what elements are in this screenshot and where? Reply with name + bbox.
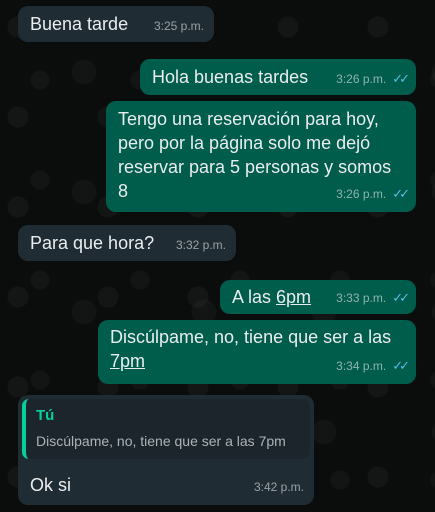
- message-time: 3:42 p.m.: [253, 480, 304, 494]
- time-link[interactable]: 7pm: [110, 351, 145, 371]
- quoted-message[interactable]: Tú Discúlpame, no, tiene que ser a las 7…: [22, 399, 310, 459]
- message-text: Para que hora?: [30, 233, 155, 253]
- read-receipt-icon: ✓✓: [392, 71, 410, 86]
- read-receipt-icon: ✓✓: [392, 186, 410, 201]
- message-text: A las: [232, 287, 277, 307]
- read-receipt-icon: ✓✓: [392, 290, 410, 305]
- message-incoming-reply[interactable]: Tú Discúlpame, no, tiene que ser a las 7…: [18, 395, 314, 505]
- time-link[interactable]: 6pm: [276, 287, 311, 307]
- message-time: 3:33 p.m.: [336, 291, 387, 305]
- message-outgoing[interactable]: A las 6pm 3:33 p.m. ✓✓: [220, 280, 416, 314]
- chat-conversation[interactable]: Buena tarde 3:25 p.m. Hola buenas tardes…: [0, 0, 435, 512]
- message-time: 3:25 p.m.: [153, 19, 204, 33]
- message-outgoing[interactable]: Hola buenas tardes 3:26 p.m. ✓✓: [140, 59, 416, 95]
- message-outgoing[interactable]: Discúlpame, no, tiene que ser a las 7pm …: [98, 320, 416, 384]
- quote-author: Tú: [36, 407, 55, 424]
- message-text: Buena tarde: [30, 14, 129, 34]
- message-time: 3:32 p.m.: [175, 238, 226, 252]
- message-text: Hola buenas tardes: [152, 67, 309, 87]
- message-text: Ok si: [30, 475, 72, 495]
- quote-text: Discúlpame, no, tiene que ser a las 7pm: [36, 433, 286, 449]
- message-time: 3:26 p.m.: [336, 187, 387, 201]
- message-outgoing[interactable]: Tengo una reservación para hoy, pero por…: [106, 101, 416, 212]
- message-time: 3:26 p.m.: [336, 72, 387, 86]
- read-receipt-icon: ✓✓: [392, 358, 410, 373]
- message-incoming[interactable]: Para que hora? 3:32 p.m.: [18, 225, 236, 261]
- message-incoming[interactable]: Buena tarde 3:25 p.m.: [18, 6, 214, 42]
- message-text: Discúlpame, no, tiene que ser a las: [110, 327, 397, 347]
- message-time: 3:34 p.m.: [336, 359, 387, 373]
